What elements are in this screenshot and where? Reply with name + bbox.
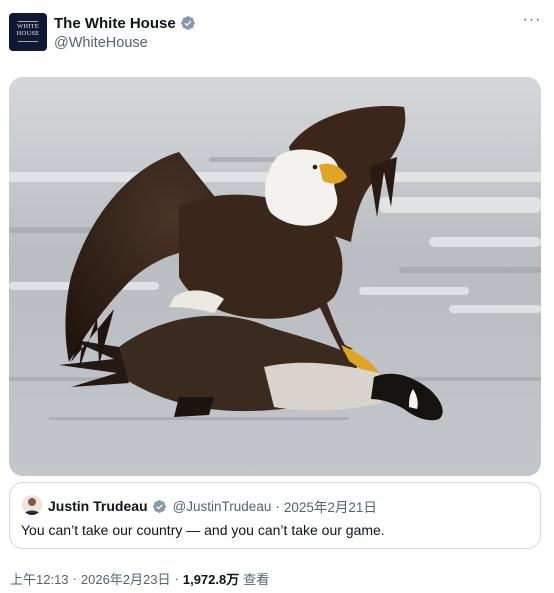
author-name-row: The White House bbox=[54, 13, 196, 33]
author-handle[interactable]: @WhiteHouse bbox=[54, 35, 148, 51]
quoted-header: Justin Trudeau @JustinTrudeau · 2025年2月2… bbox=[48, 496, 377, 516]
quoted-date[interactable]: 2025年2月21日 bbox=[284, 496, 377, 516]
quoted-author-name[interactable]: Justin Trudeau bbox=[48, 498, 148, 514]
post-time[interactable]: 上午12:13 bbox=[10, 569, 69, 588]
quoted-author-avatar[interactable] bbox=[22, 495, 42, 515]
quoted-post[interactable]: Justin Trudeau @JustinTrudeau · 2025年2月2… bbox=[9, 482, 541, 549]
author-display-name[interactable]: The White House bbox=[54, 15, 176, 32]
meta-separator: · bbox=[72, 571, 77, 586]
avatar-logo-text: WHITE HOUSE bbox=[16, 23, 40, 37]
author-avatar[interactable]: WHITE HOUSE bbox=[9, 13, 47, 51]
quoted-separator: · bbox=[275, 498, 280, 514]
post-date[interactable]: 2026年2月23日 bbox=[81, 569, 171, 588]
avatar-rule-top bbox=[18, 21, 38, 22]
quoted-author-handle[interactable]: @JustinTrudeau bbox=[173, 499, 272, 514]
views-label: 查看 bbox=[243, 572, 270, 587]
more-options-icon[interactable]: ··· bbox=[520, 12, 544, 32]
photo-bald-eagle-on-goose bbox=[9, 77, 541, 476]
quoted-text: You can’t take our country — and you can… bbox=[21, 522, 385, 538]
post-photo[interactable] bbox=[9, 77, 541, 476]
verified-badge-icon[interactable] bbox=[180, 15, 196, 31]
views-count[interactable]: 1,972.8万 bbox=[183, 569, 239, 588]
meta-separator: · bbox=[174, 571, 179, 586]
post: WHITE HOUSE The White House @WhiteHouse ·… bbox=[0, 0, 554, 593]
post-meta: 上午12:13 · 2026年2月23日 · 1,972.8万 查看 bbox=[10, 569, 269, 588]
avatar-rule-bottom bbox=[18, 41, 38, 42]
verified-badge-icon[interactable] bbox=[152, 499, 167, 514]
person-icon bbox=[22, 495, 42, 515]
